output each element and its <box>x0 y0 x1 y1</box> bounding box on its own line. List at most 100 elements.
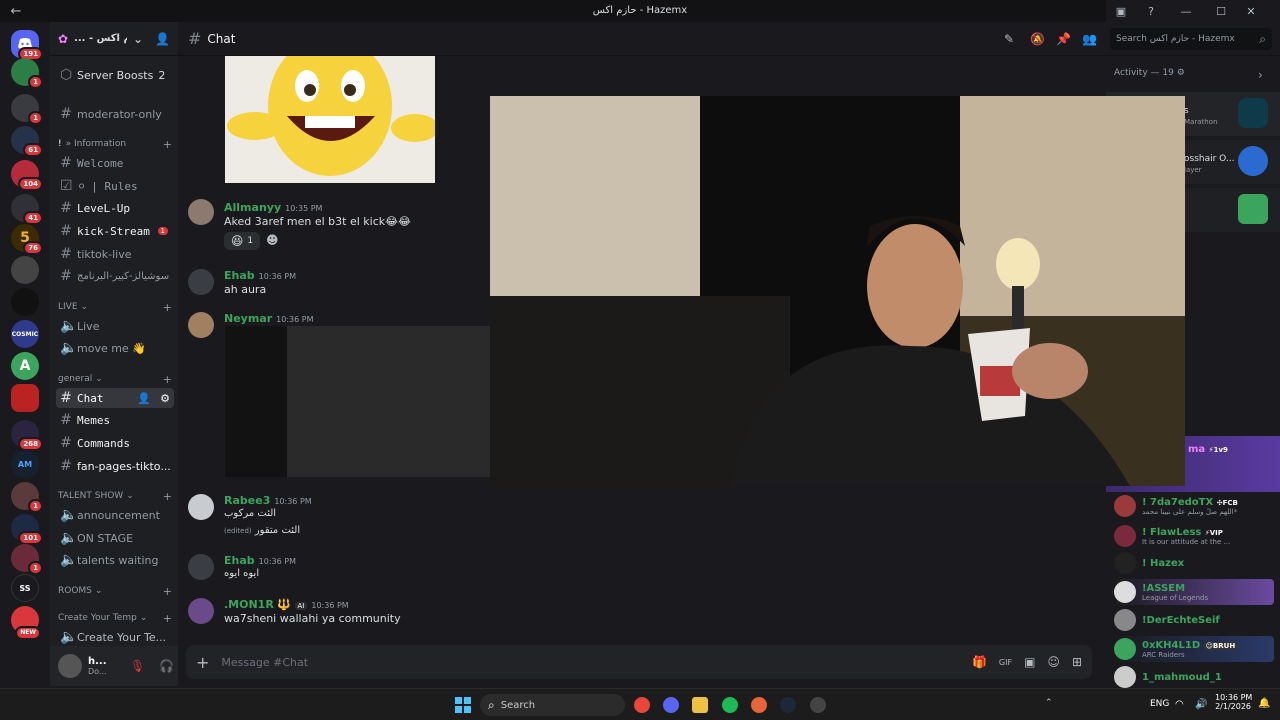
channel-social[interactable]: # سوشيالز-كبير-البرنامج <box>56 266 174 286</box>
search-input[interactable]: Search حازم اكس - Hazemx ⌕ <box>1110 28 1272 50</box>
clock[interactable]: 10:36 PM 2/1/2026 <box>1215 693 1252 711</box>
server-icon[interactable]: A <box>11 352 39 380</box>
meme-image[interactable] <box>225 56 435 183</box>
apps-icon[interactable]: ⊞ <box>1072 655 1082 669</box>
channel-memes[interactable]: # Memes <box>56 410 174 430</box>
stream-video-overlay[interactable] <box>490 96 1185 486</box>
plus-icon[interactable]: + <box>163 490 172 503</box>
taskbar-search[interactable]: ⌕ Search <box>480 694 625 716</box>
plus-icon[interactable]: + <box>163 138 172 151</box>
spotify-icon[interactable] <box>722 697 738 713</box>
channel-moderator-only[interactable]: # moderator-only <box>56 104 174 124</box>
server-icon[interactable]: 41 <box>11 194 43 225</box>
channel-rules[interactable]: ☑ ⚪ | Rules <box>56 176 174 196</box>
notification-bell-icon[interactable]: 🔕 <box>1030 32 1045 46</box>
message-author[interactable]: Allmanyy <box>224 201 281 214</box>
mute-mic-icon[interactable]: 🎙 <box>130 659 145 673</box>
plus-icon[interactable]: + <box>163 585 172 598</box>
avatar[interactable] <box>188 494 214 520</box>
channel-live[interactable]: 🔈 Live <box>56 316 174 336</box>
notification-icon[interactable]: 🔔 <box>1258 698 1270 709</box>
category-talent-show[interactable]: TALENT SHOW ⌄ + <box>58 489 172 503</box>
language-indicator[interactable]: ENG <box>1150 699 1169 709</box>
plus-icon[interactable]: + <box>163 373 172 386</box>
avatar[interactable] <box>188 199 214 225</box>
close-button[interactable]: ✕ <box>1236 0 1266 22</box>
add-attachment-icon[interactable]: + <box>196 653 209 672</box>
app-icon[interactable] <box>810 697 826 713</box>
activity-header[interactable]: Activity — 19 ⚙ <box>1114 68 1185 78</box>
deafen-icon[interactable]: 🎧 <box>159 659 174 673</box>
category-information[interactable]: !» Information + <box>58 137 172 151</box>
channel-commands[interactable]: # Commands <box>56 433 174 453</box>
channel-announcement[interactable]: 🔈 announcement <box>56 505 174 525</box>
server-icon[interactable]: 1 <box>11 482 43 513</box>
help-icon[interactable]: ? <box>1136 0 1166 22</box>
server-icon[interactable]: 1 <box>11 544 43 575</box>
avatar[interactable] <box>188 269 214 295</box>
gear-icon[interactable]: ⚙ <box>160 392 170 405</box>
server-icon[interactable] <box>11 256 39 284</box>
chrome-icon[interactable] <box>634 697 650 713</box>
gif-icon[interactable]: GIF <box>999 658 1012 667</box>
member-item[interactable]: 0xKH4L1D ☺BRUH ARC Raiders <box>1114 636 1274 662</box>
channel-tiktok-live[interactable]: # tiktok-live <box>56 244 174 264</box>
server-icon[interactable]: 101 <box>11 514 43 545</box>
discord-home-button[interactable]: 191 <box>11 30 43 61</box>
server-icon[interactable]: 268 <box>11 420 43 451</box>
pin-icon[interactable]: 📌 <box>1056 32 1071 46</box>
plus-icon[interactable]: + <box>163 301 172 314</box>
message-input[interactable]: Message #Chat <box>221 656 960 669</box>
channel-welcome[interactable]: # Welcome <box>56 153 174 173</box>
channel-move-me[interactable]: 🔈 move me 👋 <box>56 338 174 358</box>
file-explorer-icon[interactable] <box>692 697 708 713</box>
server-icon[interactable]: NEW <box>11 606 41 640</box>
invite-icon[interactable]: 👤 <box>137 392 151 405</box>
server-icon[interactable]: 1 <box>11 58 43 89</box>
member-item[interactable]: !ASSEM League of Legends <box>1114 579 1274 605</box>
message-author[interactable]: Ehab <box>224 554 255 567</box>
avatar[interactable] <box>188 554 214 580</box>
guild-header[interactable]: ✿ ... - حازم اكس ⌄ 👤 <box>50 22 178 56</box>
add-reaction-icon[interactable]: ☻ <box>266 233 279 247</box>
member-item[interactable]: ! 7da7edoTX ✣FCB اللهم صلِّ وسلم على نبين… <box>1114 493 1274 519</box>
member-item[interactable]: !DerEchteSeif <box>1114 607 1274 633</box>
channel-on-stage[interactable]: 🔈 ON STAGE <box>56 528 174 548</box>
category-general[interactable]: general ⌄ + <box>58 372 172 386</box>
video-attachment[interactable] <box>225 326 490 477</box>
plus-icon[interactable]: + <box>163 612 172 625</box>
server-icon[interactable]: 1 <box>11 94 43 125</box>
channel-kick-stream[interactable]: # kick-Stream 1 <box>56 221 174 241</box>
brave-icon[interactable] <box>751 697 767 713</box>
member-item[interactable]: ! Hazex <box>1114 550 1274 576</box>
threads-icon[interactable]: ✎ <box>1004 32 1014 46</box>
category-rooms[interactable]: ROOMS ⌄ + <box>58 584 172 598</box>
reaction[interactable]: 😆 1 <box>224 232 260 250</box>
message-author[interactable]: .MON1R <box>224 598 274 611</box>
channel-create-your-temp[interactable]: 🔈 Create Your Te... <box>56 627 174 647</box>
avatar[interactable] <box>188 312 214 338</box>
server-icon[interactable]: 5 76 <box>11 224 43 255</box>
emoji-icon[interactable]: ☺ <box>1047 655 1060 669</box>
message-author[interactable]: Neymar <box>224 312 272 325</box>
server-icon[interactable]: 104 <box>11 160 43 191</box>
server-icon[interactable]: SS <box>11 574 39 602</box>
channel-level-up[interactable]: # LeveL-Up <box>56 198 174 218</box>
message-author[interactable]: Rabee3 <box>224 494 270 507</box>
channel-server-boosts[interactable]: ⬡ Server Boosts 2 <box>56 65 174 85</box>
category-live[interactable]: LIVE ⌄ + <box>58 300 172 314</box>
discord-icon[interactable] <box>663 697 679 713</box>
category-create-temp[interactable]: Create Your Temp ⌄ + <box>58 611 172 625</box>
server-icon[interactable] <box>11 288 39 316</box>
invite-icon[interactable]: 👤 <box>155 32 170 46</box>
wifi-icon[interactable]: ◠ <box>1175 699 1184 710</box>
chevron-up-icon[interactable]: ⌃ <box>1045 698 1053 708</box>
channel-fan-pages[interactable]: # fan-pages-tikto... <box>56 456 174 476</box>
member-item[interactable]: ! FlawLess ⚡VIP It is our attitude at the… <box>1114 523 1274 549</box>
avatar[interactable] <box>58 654 82 678</box>
server-icon[interactable]: 61 <box>11 126 43 157</box>
inbox-icon[interactable]: ▣ <box>1106 0 1136 22</box>
chevron-right-icon[interactable]: › <box>1258 68 1263 82</box>
channel-chat[interactable]: # Chat 👤 ⚙ <box>56 388 174 408</box>
volume-icon[interactable]: 🔊 <box>1195 699 1207 710</box>
